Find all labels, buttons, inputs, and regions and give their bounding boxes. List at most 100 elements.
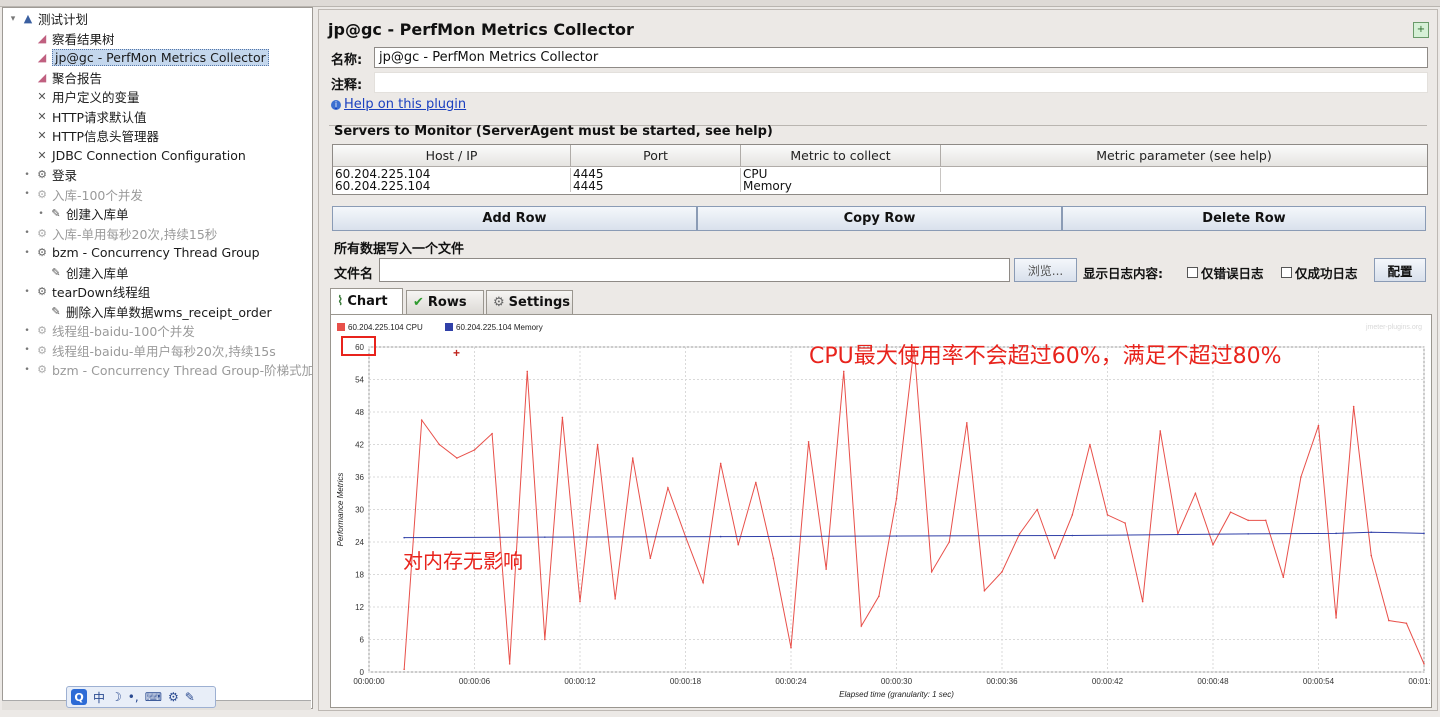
data-point (948, 541, 951, 543)
tree-item-label: 登录 (52, 168, 78, 183)
tree-item[interactable]: ◢ 察看结果树 (21, 29, 115, 48)
tree-toggle-icon[interactable]: • (35, 209, 47, 219)
table-cell[interactable]: 60.204.225.104 (333, 180, 571, 192)
keyboard-icon[interactable]: ⌨ (145, 690, 162, 704)
table-cell[interactable] (941, 168, 1427, 180)
data-point (1141, 600, 1144, 603)
config-wrench-icon: ✕ (37, 109, 47, 123)
tree-toggle-icon[interactable]: • (21, 189, 33, 199)
filename-field[interactable] (379, 258, 1010, 282)
configure-button[interactable]: 配置 (1374, 258, 1426, 282)
success-only-checkbox[interactable]: 仅成功日志 (1281, 263, 1358, 282)
tree-item[interactable]: • ⚙ 登录 (21, 165, 77, 184)
comment-field[interactable] (374, 72, 1428, 93)
table-cell[interactable]: 4445 (571, 180, 741, 192)
sampler-pen-icon: ✎ (51, 207, 61, 220)
tree-item[interactable]: • ⚙ bzm - Concurrency Thread Group (21, 243, 260, 262)
tree-item[interactable]: • ⚙ 入库-100个并发 (21, 185, 143, 204)
add-row-button[interactable]: Add Row (332, 206, 697, 231)
tree-item[interactable]: • ⚙ 线程组-baidu-单用户每秒20次,持续15s (21, 341, 276, 360)
y-tick-label: 42 (355, 441, 364, 450)
settings-icon[interactable]: ⚙ (168, 690, 179, 704)
tree-item-label: jp@gc - PerfMon Metrics Collector (52, 49, 269, 66)
tab-chart[interactable]: ⌇ Chart (330, 288, 403, 314)
tab-settings[interactable]: ⚙ Settings (486, 290, 573, 314)
copy-row-button[interactable]: Copy Row (697, 206, 1062, 231)
tree-item-label: 删除入库单数据wms_receipt_order (66, 304, 272, 320)
ime-logo-icon[interactable]: Q (71, 689, 87, 705)
tree-item[interactable]: • ✎ 创建入库单 (35, 204, 128, 223)
name-field[interactable]: jp@gc - PerfMon Metrics Collector (374, 47, 1428, 68)
ime-language-toggle[interactable]: 中 (93, 689, 105, 706)
tree-item[interactable]: • ⚙ tearDown线程组 (21, 282, 150, 301)
data-point (491, 432, 493, 435)
tree-item[interactable]: • ⚙ 线程组-baidu-100个并发 (21, 321, 194, 340)
tree-item[interactable]: ◢ 聚合报告 (21, 68, 102, 87)
tree-item[interactable]: • ⚙ bzm - Concurrency Thread Group-阶梯式加 (21, 360, 312, 379)
column-header-host[interactable]: Host / IP (333, 145, 571, 167)
tree-toggle-icon[interactable]: • (21, 365, 33, 375)
tab-rows[interactable]: ✔ Rows (406, 290, 484, 314)
checkbox-box[interactable] (1187, 267, 1198, 278)
tree-item-label: bzm - Concurrency Thread Group (52, 245, 260, 260)
data-point (737, 543, 740, 546)
errors-only-checkbox[interactable]: 仅错误日志 (1187, 263, 1264, 282)
data-point (1317, 424, 1320, 427)
data-point (1229, 511, 1232, 514)
browse-button[interactable]: 浏览... (1014, 258, 1077, 282)
tree-toggle-icon[interactable]: • (21, 326, 33, 336)
column-header-port[interactable]: Port (571, 145, 741, 167)
servers-table[interactable]: Host / IP Port Metric to collect Metric … (332, 144, 1428, 195)
data-point (1247, 533, 1249, 535)
help-link[interactable]: i Help on this plugin (331, 97, 466, 112)
checkmark-icon: ✔ (413, 295, 424, 310)
tree-toggle-icon[interactable]: • (21, 228, 33, 238)
chart-area[interactable]: 0 6 12 18 24 30 36 42 48 54 60 00:00:00 00:00:06 00:0… (330, 314, 1440, 708)
delete-row-button[interactable]: Delete Row (1062, 206, 1426, 231)
column-header-parameter[interactable]: Metric parameter (see help) (941, 145, 1427, 167)
tree-toggle-icon[interactable]: ▾ (7, 14, 19, 24)
help-link-text[interactable]: Help on this plugin (344, 97, 466, 112)
tree-item[interactable]: ✕ HTTP信息头管理器 (21, 126, 159, 145)
test-plan-tree[interactable]: ▾ ▲ 测试计划 ◢ 察看结果树 ◢ jp@gc - PerfMon Metrics Col… (2, 7, 313, 709)
x-tick-label: 00:00:42 (1092, 677, 1124, 686)
tree-item[interactable]: ✎ 删除入库单数据wms_receipt_order (35, 302, 272, 321)
tree-toggle-icon[interactable]: • (21, 170, 33, 180)
data-point (579, 600, 581, 603)
tree-item[interactable]: ✕ HTTP请求默认值 (21, 107, 146, 126)
x-axis-label: Elapsed time (granularity: 1 sec) (839, 690, 954, 699)
column-header-metric[interactable]: Metric to collect (741, 145, 941, 167)
data-point (508, 663, 511, 665)
tree-item[interactable]: ✕ 用户定义的变量 (21, 87, 139, 106)
data-point (561, 416, 564, 419)
top-toolbar (0, 0, 1440, 7)
y-tick-label: 30 (355, 506, 364, 515)
tree-item-label: tearDown线程组 (52, 285, 151, 300)
filename-label: 文件名 (334, 267, 374, 282)
y-tick-label: 36 (355, 473, 364, 482)
table-cell[interactable]: Memory (741, 180, 941, 192)
expand-icon[interactable]: + (1413, 22, 1429, 38)
tree-item[interactable]: • ⚙ 入库-单用每秒20次,持续15秒 (21, 224, 217, 243)
table-cell[interactable] (941, 180, 1427, 192)
tree-item-label: 线程组-baidu-单用户每秒20次,持续15s (52, 343, 276, 359)
tree-item[interactable]: ◢ jp@gc - PerfMon Metrics Collector (21, 48, 269, 67)
config-wrench-icon: ✕ (37, 148, 47, 162)
tree-toggle-icon[interactable]: • (21, 248, 33, 258)
tree-toggle-icon[interactable]: • (21, 287, 33, 297)
config-wrench-icon: ✕ (37, 129, 47, 142)
moon-icon[interactable]: ☽ (111, 690, 122, 704)
thread-group-gear-icon: ⚙ (37, 363, 47, 376)
data-point (1001, 570, 1003, 573)
tab-chart-label: Chart (347, 294, 388, 309)
tree-item[interactable]: ▾ ▲ 测试计划 (7, 9, 88, 28)
checkbox-box[interactable] (1281, 267, 1292, 278)
data-point (403, 536, 405, 539)
tree-item[interactable]: ✎ 创建入库单 (35, 263, 128, 282)
wrench-icon[interactable]: ✎ (185, 690, 195, 704)
data-point (631, 457, 634, 459)
tree-item[interactable]: ✕ JDBC Connection Configuration (21, 146, 245, 165)
punct-icon[interactable]: •, (128, 690, 139, 704)
ime-toolbar[interactable]: Q 中 ☽ •, ⌨ ⚙ ✎ (66, 686, 216, 708)
tree-toggle-icon[interactable]: • (21, 345, 33, 355)
